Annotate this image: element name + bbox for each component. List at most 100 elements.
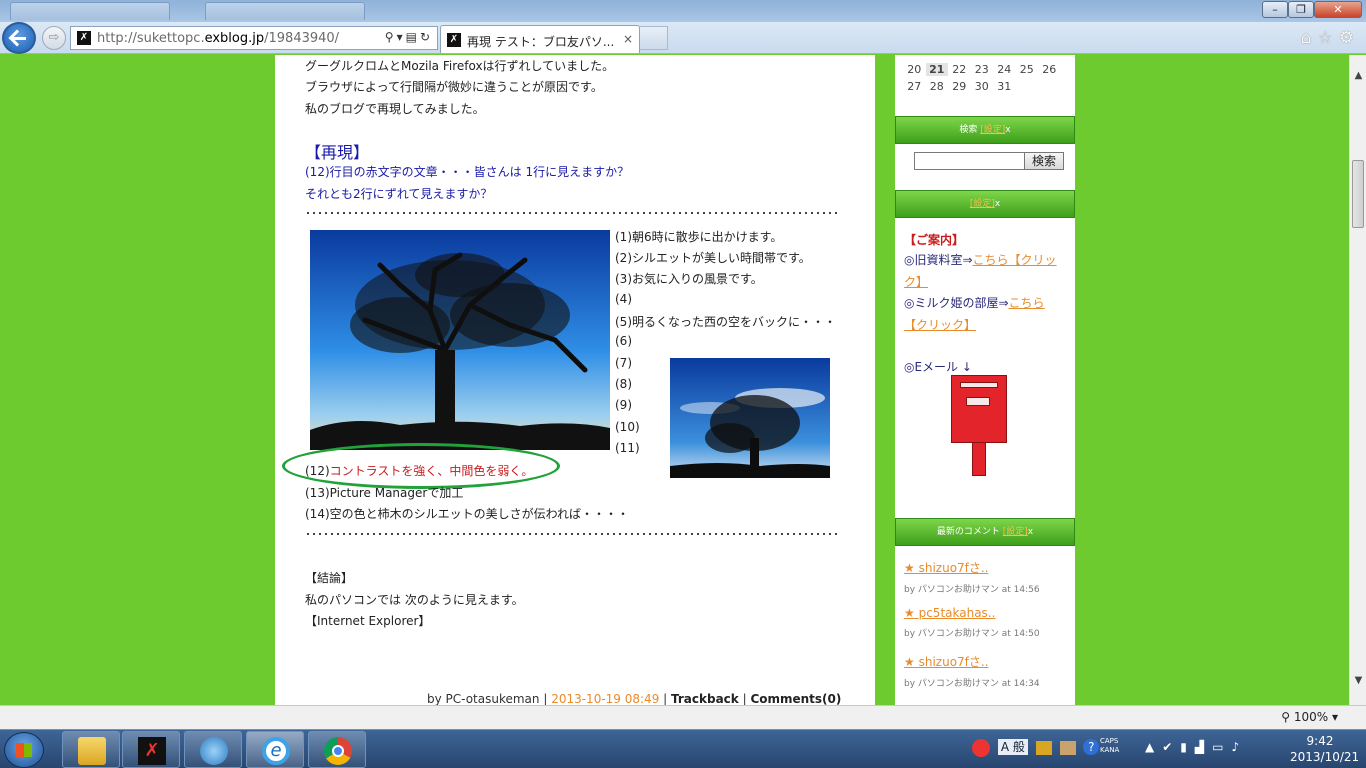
settings-link[interactable]: [設定] [970, 199, 995, 209]
back-button[interactable] [2, 22, 36, 54]
url-host: http://sukettopc. [97, 31, 205, 46]
line-8: (8) [615, 377, 632, 391]
address-bar[interactable]: ✗ http://sukettopc.exblog.jp/19843940/ ⚲… [70, 26, 438, 50]
ime-icon[interactable] [972, 738, 990, 757]
status-bar: ⚲ 100% ▾ [0, 705, 1366, 729]
info-item-1-link[interactable]: こちら【クリッ [973, 253, 1057, 267]
comment-item: ★ pc5takahas.. by パソコンお助けマン at 14:50 [904, 606, 1040, 639]
system-clock[interactable]: 9:42 2013/10/21 [1290, 733, 1359, 765]
comments-link[interactable]: Comments(0) [750, 692, 841, 705]
toolbox-icon[interactable] [1035, 740, 1052, 755]
vertical-scrollbar[interactable]: ▲ ▼ [1349, 55, 1366, 705]
calendar-day[interactable]: 22 [948, 63, 971, 76]
comment-link[interactable]: ★ pc5takahas.. [904, 606, 1040, 620]
calendar-day[interactable]: 26 [1038, 63, 1061, 76]
calendar-day[interactable]: 31 [993, 80, 1016, 93]
settings-gear-icon[interactable]: ⚙ [1339, 28, 1360, 48]
close-window-button[interactable]: ✕ [1314, 1, 1362, 18]
refresh-icon[interactable]: ↻ [420, 30, 433, 44]
calendar-day[interactable]: 25 [1016, 63, 1039, 76]
search-icon[interactable]: ⚲ [385, 30, 397, 44]
comment-item: ★ shizuo7fさ.. by パソコンお助けマン at 14:34 [904, 653, 1040, 689]
signal-icon[interactable]: ▟ [1195, 740, 1212, 754]
info-item-1-link-cont[interactable]: ク】 [904, 275, 928, 289]
calendar-row-partial [903, 55, 907, 63]
favorites-star-icon[interactable]: ☆ [1318, 28, 1339, 48]
taskbar-app-x[interactable]: ✗ [122, 731, 180, 768]
intro-line-2: ブラウザによって行間隔が微妙に違うことが原因です。 [305, 80, 603, 94]
calendar-day[interactable]: 27 [903, 80, 926, 93]
ime-mode[interactable]: A 般 [997, 739, 1028, 755]
taskbar-internet-explorer[interactable]: e [246, 731, 304, 768]
active-tab[interactable]: ✗ 再現 テスト：ブロ友パソ... × [440, 25, 640, 53]
info-item-1-cont: ク】 [904, 273, 928, 290]
package-icon[interactable] [1059, 740, 1076, 755]
network-icon [200, 737, 228, 765]
tab-close-icon[interactable]: × [623, 32, 633, 46]
info-item-2-link-cont[interactable]: 【クリック】 [904, 318, 976, 332]
question-line-1: (12)行目の赤文字の文章・・・皆さんは 1行に見えますか？ [305, 165, 630, 179]
taskbar-network[interactable] [184, 731, 242, 768]
display-icon[interactable]: ▭ [1212, 740, 1231, 754]
post-date-link[interactable]: 2013-10-19 08:49 [551, 692, 659, 705]
calendar-day[interactable]: 28 [926, 80, 949, 93]
comment-link[interactable]: ★ shizuo7fさ.. [904, 559, 1040, 576]
calendar-day[interactable]: 29 [948, 80, 971, 93]
dropdown-icon[interactable]: ▾ [397, 30, 406, 44]
scroll-up-arrow-icon[interactable]: ▲ [1350, 70, 1366, 81]
battery-icon[interactable]: ▮ [1180, 740, 1195, 754]
close-link[interactable]: x [1028, 527, 1033, 537]
calendar-day[interactable]: 20 [903, 63, 926, 76]
line-9: (9) [615, 398, 632, 412]
browser-window: – ❐ ✕ ⇨ ✗ http://sukettopc.exblog.jp/198… [0, 0, 1366, 768]
close-link[interactable]: x [1005, 125, 1010, 135]
calendar-day[interactable]: 24 [993, 63, 1016, 76]
trackback-link[interactable]: Trackback [671, 692, 739, 705]
start-button[interactable] [4, 732, 44, 768]
dotted-divider-top [305, 211, 837, 215]
maximize-button[interactable]: ❐ [1288, 1, 1314, 18]
tray-icons: ▲✔▮▟▭♪ [1145, 740, 1247, 754]
settings-link[interactable]: [設定] [980, 125, 1005, 135]
search-section-title: 検索 [959, 125, 978, 135]
close-link[interactable]: x [995, 199, 1000, 209]
help-icon[interactable]: ? [1083, 739, 1100, 755]
mailbox-icon[interactable] [951, 375, 1007, 477]
minimize-button[interactable]: – [1262, 1, 1288, 18]
footer-separator-1: | [659, 692, 671, 705]
background-tab-2[interactable] [205, 2, 365, 20]
home-icon[interactable]: ⌂ [1301, 28, 1318, 48]
new-tab-button[interactable] [640, 26, 668, 50]
search-button[interactable]: 検索 [1024, 152, 1064, 170]
background-tab-1[interactable] [10, 2, 170, 20]
calendar-day[interactable]: 30 [971, 80, 994, 93]
conclusion-title: 【結論】 [305, 571, 354, 585]
zoom-icon: ⚲ [1281, 710, 1290, 724]
zoom-dropdown-icon[interactable]: ▾ [1332, 710, 1338, 724]
mailbox-stand [972, 442, 986, 476]
caps-indicator: CAPS [1100, 737, 1119, 745]
volume-muted-icon[interactable]: ♪ [1231, 740, 1247, 754]
calendar-day[interactable]: 23 [971, 63, 994, 76]
comment-link[interactable]: ★ shizuo7fさ.. [904, 653, 1040, 670]
settings-link[interactable]: [設定] [1003, 527, 1028, 537]
scroll-down-arrow-icon[interactable]: ▼ [1350, 675, 1366, 686]
app-x-icon: ✗ [138, 737, 166, 765]
info-item-1: ◎旧資料室⇒こちら【クリッ [904, 251, 1057, 268]
taskbar-explorer[interactable] [62, 731, 120, 768]
show-hidden-icons-icon[interactable]: ▲ [1145, 740, 1162, 754]
calendar-day-today[interactable]: 21 [925, 63, 948, 76]
comment-title: shizuo7fさ.. [918, 561, 989, 575]
info-item-2-link[interactable]: こちら [1009, 296, 1045, 310]
zoom-control[interactable]: ⚲ 100% ▾ [1281, 710, 1338, 724]
conclusion-ie: 【Internet Explorer】 [305, 614, 431, 628]
keyboard-status: CAPS KANA [1100, 737, 1119, 755]
compat-view-icon[interactable]: ▤ [406, 30, 420, 44]
url-text[interactable]: http://sukettopc.exblog.jp/19843940/ [97, 31, 339, 46]
conclusion-text: 私のパソコンでは 次のように見えます。 [305, 593, 524, 607]
sync-icon[interactable]: ✔ [1162, 740, 1180, 754]
forward-button[interactable]: ⇨ [42, 26, 66, 50]
dotted-divider-bottom [305, 532, 837, 536]
taskbar-chrome[interactable] [308, 731, 366, 768]
scrollbar-thumb[interactable] [1352, 160, 1364, 228]
